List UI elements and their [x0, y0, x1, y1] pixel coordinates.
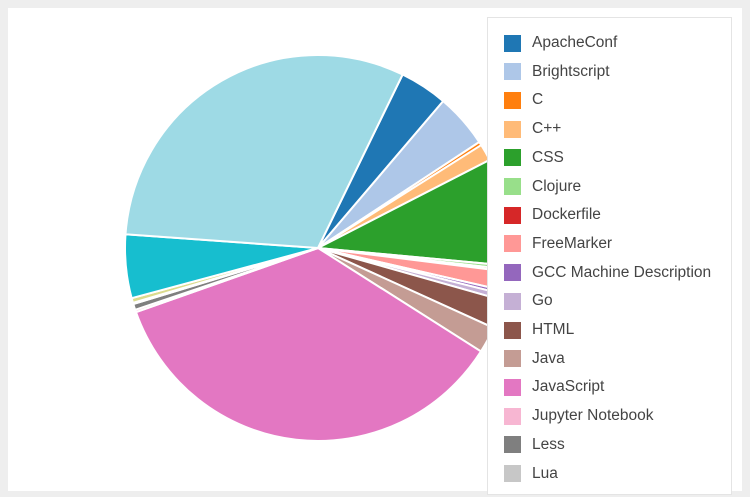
- legend-label: Lua: [532, 464, 558, 482]
- legend-swatch: [504, 149, 521, 167]
- legend-swatch: [504, 91, 521, 109]
- legend-label: GCC Machine Description: [532, 263, 712, 281]
- legend-swatch: [504, 120, 521, 138]
- legend-label: C++: [532, 120, 562, 138]
- legend-label: Clojure: [532, 177, 582, 195]
- legend-item-java[interactable]: Java: [504, 349, 565, 369]
- legend-swatch: [504, 321, 521, 339]
- legend-label: FreeMarker: [532, 234, 613, 252]
- legend-swatch: [504, 235, 521, 253]
- legend-label: CSS: [532, 148, 564, 166]
- legend-item-c-[interactable]: C++: [504, 119, 561, 139]
- legend-label: Go: [532, 292, 553, 310]
- legend-item-go[interactable]: Go: [504, 291, 553, 311]
- legend-swatch: [504, 34, 521, 52]
- legend-swatch: [504, 407, 521, 425]
- legend-item-less[interactable]: Less: [504, 435, 565, 455]
- legend-label: Java: [532, 349, 565, 367]
- legend-label: JavaScript: [532, 378, 605, 396]
- legend-item-brightscript[interactable]: Brightscript: [504, 62, 610, 82]
- legend-item-clojure[interactable]: Clojure: [504, 177, 581, 197]
- legend-swatch: [504, 206, 521, 224]
- legend-swatch: [504, 436, 521, 454]
- legend-swatch: [504, 350, 521, 368]
- legend-label: Dockerfile: [532, 206, 601, 224]
- legend-label: C: [532, 91, 544, 109]
- legend-item-javascript[interactable]: JavaScript: [504, 377, 604, 397]
- legend-item-html[interactable]: HTML: [504, 320, 574, 340]
- legend-label: HTML: [532, 321, 575, 338]
- legend-label: Less: [532, 435, 565, 453]
- legend-swatch: [504, 465, 521, 482]
- legend-item-css[interactable]: CSS: [504, 148, 564, 168]
- legend-item-c[interactable]: C: [504, 90, 543, 110]
- legend-item-freemarker[interactable]: FreeMarker: [504, 234, 612, 254]
- legend-swatch: [504, 378, 521, 396]
- legend-swatch: [504, 178, 521, 195]
- legend-swatch: [504, 264, 521, 282]
- legend-label: Brightscript: [532, 62, 610, 80]
- legend-label: Jupyter Notebook: [532, 407, 654, 425]
- legend-item-dockerfile[interactable]: Dockerfile: [504, 205, 601, 225]
- legend-item-lua[interactable]: Lua: [504, 464, 558, 484]
- legend-swatch: [504, 292, 521, 310]
- legend: ApacheConf Brightscript C C++ CSS Clojure Dock…: [487, 17, 732, 495]
- legend-swatch: [504, 63, 521, 81]
- legend-item-gcc-machine-description[interactable]: GCC Machine Description: [504, 263, 711, 283]
- legend-item-jupyter-notebook[interactable]: Jupyter Notebook: [504, 406, 654, 426]
- legend-item-apacheconf[interactable]: ApacheConf: [504, 33, 617, 53]
- legend-label: ApacheConf: [532, 34, 618, 51]
